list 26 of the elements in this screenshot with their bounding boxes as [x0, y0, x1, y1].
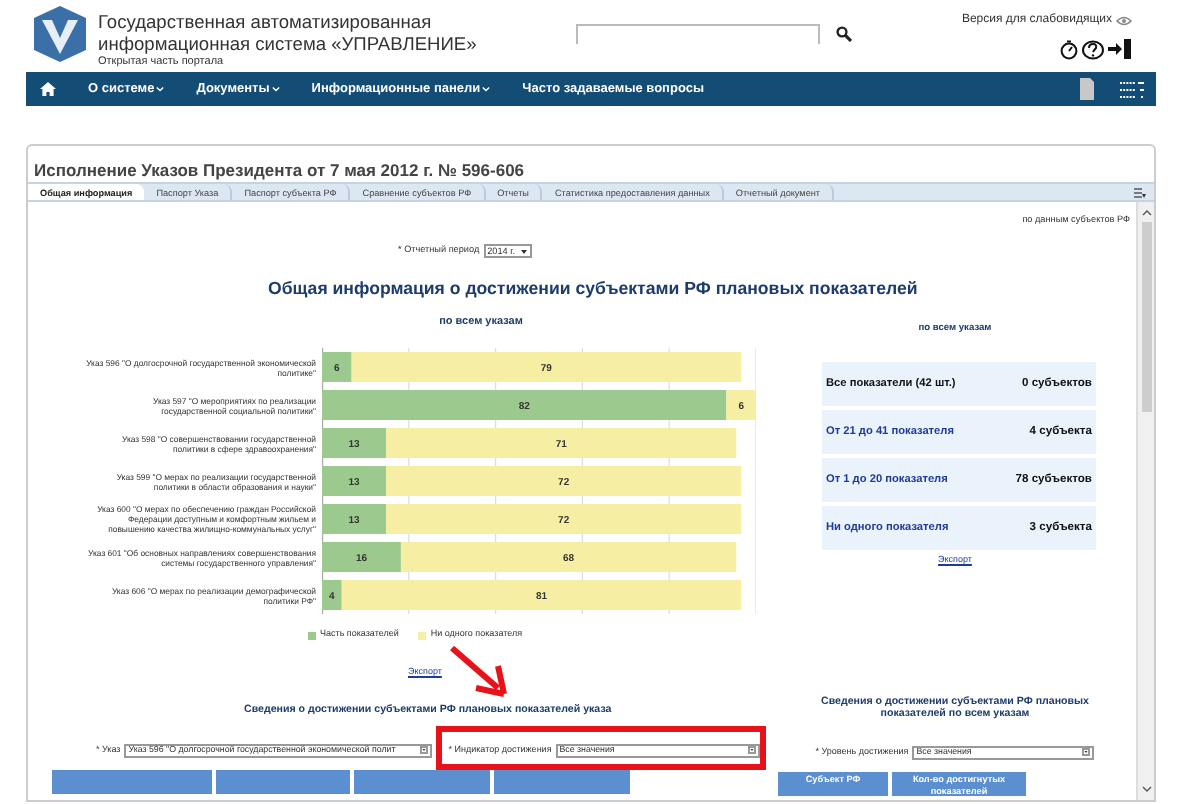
search-field[interactable]	[576, 24, 820, 44]
chevron-down-icon[interactable]	[482, 86, 491, 92]
timer-icon[interactable]	[1060, 39, 1078, 59]
system-title: Государственная автоматизированная информационная система «УПРАВЛЕНИЕ»	[98, 12, 477, 56]
logo-icon	[30, 4, 90, 64]
eye-icon[interactable]	[1116, 16, 1132, 26]
arrow	[448, 644, 508, 698]
stats-icon[interactable]	[1120, 79, 1144, 99]
document-icon[interactable]	[1078, 78, 1094, 100]
scroll-down-icon[interactable]	[1141, 786, 1151, 792]
menu-icon[interactable]	[1134, 188, 1146, 198]
help-icon[interactable]	[1082, 39, 1104, 59]
scrollbar[interactable]	[1136, 202, 1154, 800]
chart-title: Общая информация о достижении субъектами РФ плановых показателей	[268, 276, 918, 302]
table-header-cell	[354, 769, 490, 794]
search-icon[interactable]	[836, 26, 852, 42]
table-header-cell	[494, 769, 630, 794]
home-icon[interactable]	[40, 82, 56, 96]
chevron-down-icon[interactable]	[156, 86, 165, 92]
table-header-cell	[216, 769, 350, 794]
dropdown-arrow-icon[interactable]	[519, 247, 528, 255]
chevron-down-icon[interactable]	[271, 86, 280, 92]
scroll-up-icon[interactable]	[1141, 210, 1151, 216]
panel-title: Исполнение Указов Президента от 7 мая 2012 г. № 596-606	[32, 158, 527, 182]
scrollbar-thumb[interactable]	[1141, 222, 1151, 412]
exit-icon[interactable]	[1108, 38, 1132, 60]
